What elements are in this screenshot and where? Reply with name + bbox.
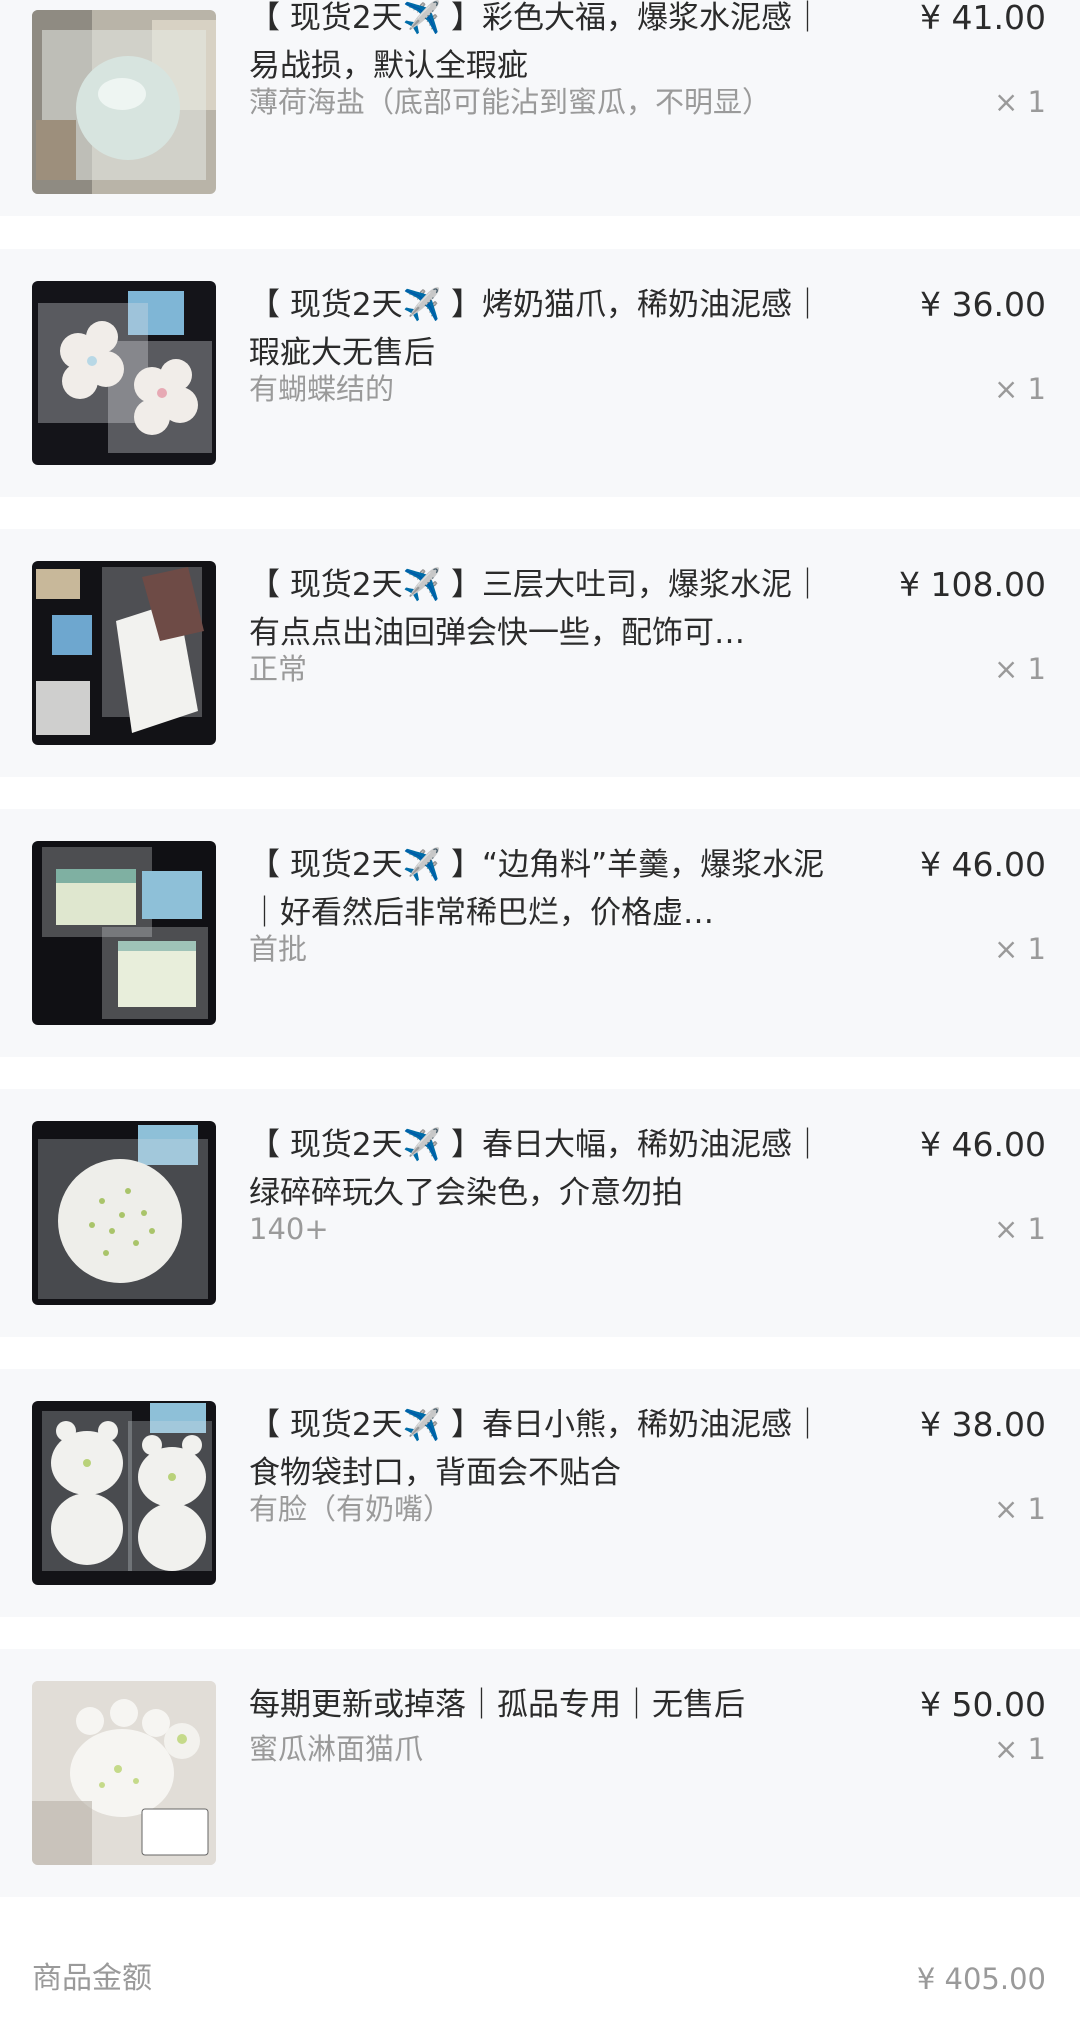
product-title: 【 现货2天✈️ 】“边角料”羊羹，爆浆水泥｜好看然后非常稀巴烂，价格虚… [249, 847, 825, 931]
product-price: ¥ 38.00 [920, 1405, 1046, 1444]
product-price: ¥ 36.00 [920, 285, 1046, 324]
product-quantity: × 1 [994, 85, 1046, 119]
product-title: 【 现货2天✈️ 】三层大吐司，爆浆水泥｜有点点出油回弹会快一些，配饰可… [249, 567, 824, 651]
order-item[interactable]: 【 现货2天✈️ 】三层大吐司，爆浆水泥｜有点点出油回弹会快一些，配饰可… 正常… [0, 529, 1080, 777]
order-items-page: 【 现货2天✈️ 】彩色大福，爆浆水泥感｜易战损，默认全瑕疵 薄荷海盐（底部可能… [0, 0, 1080, 2033]
product-price: ¥ 50.00 [920, 1685, 1046, 1724]
product-image [32, 1401, 216, 1585]
product-thumbnail[interactable] [32, 1121, 216, 1305]
product-spec: 140+ [249, 1212, 329, 1246]
product-thumbnail[interactable] [32, 841, 216, 1025]
product-spec: 蜜瓜淋面猫爪 [249, 1732, 424, 1766]
product-quantity: × 1 [994, 1212, 1046, 1246]
product-thumbnail[interactable] [32, 561, 216, 745]
order-summary-row: 商品金额 ¥ 405.00 [0, 1950, 1080, 2033]
product-image [32, 561, 216, 745]
product-image [32, 841, 216, 1025]
product-thumbnail[interactable] [32, 1401, 216, 1585]
order-item[interactable]: 【 现货2天✈️ 】彩色大福，爆浆水泥感｜易战损，默认全瑕疵 薄荷海盐（底部可能… [0, 0, 1080, 216]
product-quantity: × 1 [994, 932, 1046, 966]
product-thumbnail[interactable] [32, 10, 216, 194]
product-quantity: × 1 [994, 1492, 1046, 1526]
goods-amount-label: 商品金额 [32, 1961, 152, 1996]
product-spec: 薄荷海盐（底部可能沾到蜜瓜，不明显） [249, 85, 772, 119]
product-quantity: × 1 [994, 372, 1046, 406]
product-title: 【 现货2天✈️ 】烤奶猫爪，稀奶油泥感｜瑕疵大无售后 [249, 287, 824, 371]
product-price: ¥ 41.00 [920, 0, 1046, 37]
product-image [32, 1681, 216, 1865]
product-spec: 正常 [249, 652, 308, 686]
product-spec: 首批 [249, 932, 308, 966]
product-image [32, 1121, 216, 1305]
product-title: 【 现货2天✈️ 】春日小熊，稀奶油泥感｜食物袋封口，背面会不贴合 [249, 1407, 824, 1491]
product-image [32, 10, 216, 194]
product-title: 【 现货2天✈️ 】彩色大福，爆浆水泥感｜易战损，默认全瑕疵 [249, 0, 824, 84]
product-thumbnail[interactable] [32, 1681, 216, 1865]
product-title: 【 现货2天✈️ 】春日大幅，稀奶油泥感｜绿碎碎玩久了会染色，介意勿拍 [249, 1127, 824, 1211]
product-quantity: × 1 [994, 1732, 1046, 1766]
product-spec: 有脸（有奶嘴） [249, 1492, 453, 1526]
order-item[interactable]: 【 现货2天✈️ 】春日小熊，稀奶油泥感｜食物袋封口，背面会不贴合 有脸（有奶嘴… [0, 1369, 1080, 1617]
product-thumbnail[interactable] [32, 281, 216, 465]
order-item[interactable]: 【 现货2天✈️ 】“边角料”羊羹，爆浆水泥｜好看然后非常稀巴烂，价格虚… 首批… [0, 809, 1080, 1057]
product-price: ¥ 108.00 [899, 565, 1046, 604]
goods-amount-value: ¥ 405.00 [916, 1962, 1046, 1996]
product-image [32, 281, 216, 465]
product-spec: 有蝴蝶结的 [249, 372, 395, 406]
product-price: ¥ 46.00 [920, 845, 1046, 884]
order-item[interactable]: 【 现货2天✈️ 】春日大幅，稀奶油泥感｜绿碎碎玩久了会染色，介意勿拍 140+… [0, 1089, 1080, 1337]
product-quantity: × 1 [994, 652, 1046, 686]
product-price: ¥ 46.00 [920, 1125, 1046, 1164]
order-item[interactable]: 【 现货2天✈️ 】烤奶猫爪，稀奶油泥感｜瑕疵大无售后 有蝴蝶结的 ¥ 36.0… [0, 249, 1080, 497]
product-title: 每期更新或掉落｜孤品专用｜无售后 [249, 1687, 745, 1723]
order-item[interactable]: 每期更新或掉落｜孤品专用｜无售后 蜜瓜淋面猫爪 ¥ 50.00 × 1 [0, 1649, 1080, 1897]
